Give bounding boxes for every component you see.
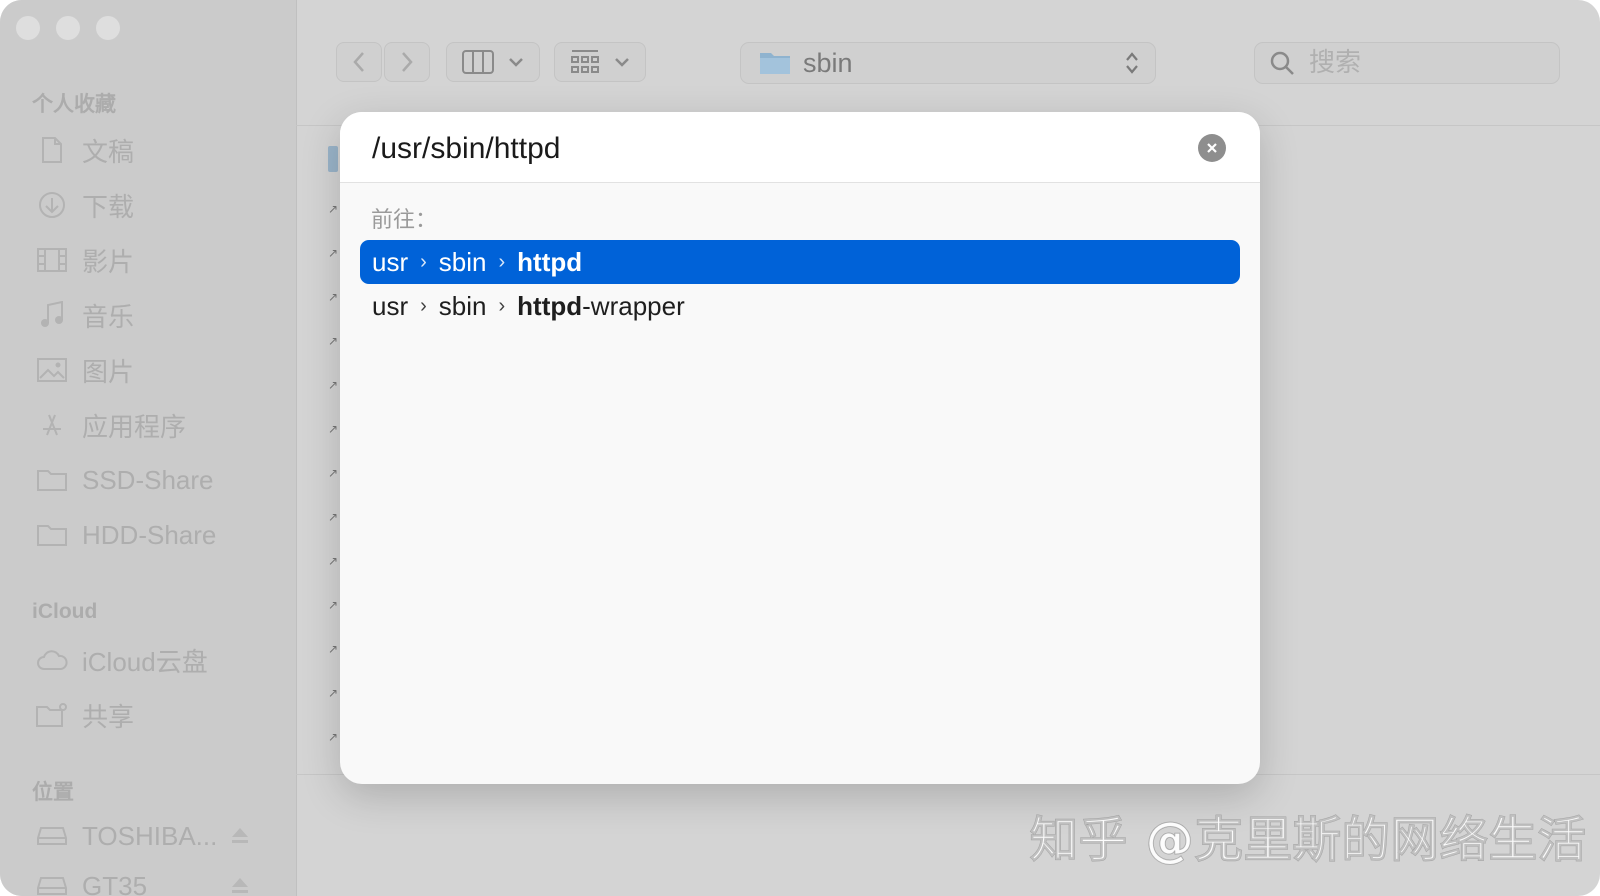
alias-arrow-icon: ↗ <box>328 554 339 568</box>
icloud-section-title: iCloud <box>32 600 98 623</box>
path-suffix: -wrapper <box>582 290 685 321</box>
sidebar: 个人收藏 文稿 下载 影片 音乐 图片 应用程序 SSD-Share HDD-S… <box>0 0 297 896</box>
path-match: httpd <box>517 290 583 321</box>
eject-icon[interactable] <box>230 876 250 896</box>
alias-arrow-icon: ↗ <box>328 598 339 612</box>
search-icon <box>1270 51 1294 75</box>
drive-icon <box>36 870 68 896</box>
path-input-row <box>340 112 1260 183</box>
up-down-chevron-icon <box>1126 52 1138 74</box>
forward-button[interactable] <box>384 42 430 82</box>
folder-path-popup[interactable]: sbin <box>740 42 1156 84</box>
alias-arrow-icon: ↗ <box>328 730 339 744</box>
folder-icon <box>328 146 338 172</box>
chevron-down-icon <box>615 58 629 67</box>
go-to-folder-dialog: 前往： usr › sbin › httpd usr › sbin › http… <box>340 112 1260 784</box>
alias-arrow-icon: ↗ <box>328 686 339 700</box>
sidebar-item-movies[interactable]: 影片 <box>36 240 134 280</box>
sidebar-item-documents[interactable]: 文稿 <box>36 130 134 170</box>
folder-icon <box>36 519 68 551</box>
grid-icon <box>571 50 599 73</box>
chevron-right-icon: › <box>498 294 506 317</box>
alias-arrow-icon: ↗ <box>328 422 339 436</box>
photo-icon <box>36 354 68 386</box>
current-folder-name: sbin <box>803 47 853 78</box>
sidebar-item-hdd-share[interactable]: HDD-Share <box>36 515 216 555</box>
chevron-right-icon: › <box>498 250 506 273</box>
watermark: 知乎 @克里斯的网络生活 <box>1030 812 1587 869</box>
alias-arrow-icon: ↗ <box>328 334 339 348</box>
applications-icon <box>36 409 68 441</box>
sidebar-item-shared[interactable]: 共享 <box>36 695 134 735</box>
locations-section-title: 位置 <box>32 781 74 804</box>
alias-arrow-icon: ↗ <box>328 378 339 392</box>
finder-window: 个人收藏 文稿 下载 影片 音乐 图片 应用程序 SSD-Share HDD-S… <box>0 0 1600 896</box>
path-segment: usr <box>372 290 409 321</box>
alias-arrow-icon: ↗ <box>328 202 339 216</box>
chevron-right-icon: › <box>420 250 427 273</box>
sidebar-item-downloads[interactable]: 下载 <box>36 185 134 225</box>
close-window-button[interactable] <box>16 16 40 40</box>
film-icon <box>36 244 68 276</box>
sidebar-item-label: GT35 <box>82 870 148 896</box>
columns-view-icon <box>462 50 494 74</box>
sidebar-item-label: 下载 <box>82 191 135 222</box>
alias-arrow-icon: ↗ <box>328 466 339 480</box>
path-input[interactable] <box>370 126 1174 172</box>
alias-arrow-icon: ↗ <box>328 246 339 260</box>
sidebar-item-label: 共享 <box>82 701 135 732</box>
document-icon <box>36 134 68 166</box>
sidebar-item-icloud-drive[interactable]: iCloud云盘 <box>36 640 208 680</box>
alias-arrow-icon: ↗ <box>328 642 339 656</box>
path-segment: usr <box>372 246 409 277</box>
clear-input-button[interactable] <box>1198 134 1226 162</box>
sidebar-item-applications[interactable]: 应用程序 <box>36 405 186 445</box>
view-mode-button[interactable] <box>446 42 540 82</box>
close-icon <box>1207 143 1217 153</box>
sidebar-item-music[interactable]: 音乐 <box>36 295 134 335</box>
goto-section-label: 前往： <box>371 207 438 232</box>
path-suggestion-httpd[interactable]: usr › sbin › httpd <box>360 240 1240 284</box>
path-suggestion-httpd-wrapper[interactable]: usr › sbin › httpd -wrapper <box>360 284 1240 328</box>
path-segment: sbin <box>438 290 487 321</box>
chevron-right-icon <box>402 52 413 72</box>
drive-icon <box>36 820 68 852</box>
sidebar-item-label: 音乐 <box>82 301 135 332</box>
alias-arrow-icon: ↗ <box>328 290 339 304</box>
sidebar-item-label: SSD-Share <box>82 464 214 495</box>
sidebar-item-label: TOSHIBA... <box>82 820 218 851</box>
search-field[interactable] <box>1254 42 1560 84</box>
alias-arrow-icon: ↗ <box>328 510 339 524</box>
folder-icon <box>36 464 68 496</box>
download-icon <box>36 189 68 221</box>
shared-folder-icon <box>36 699 68 731</box>
sidebar-item-pictures[interactable]: 图片 <box>36 350 134 390</box>
sidebar-item-label: 图片 <box>82 356 135 387</box>
music-icon <box>36 299 68 331</box>
back-button[interactable] <box>336 42 382 82</box>
zoom-window-button[interactable] <box>96 16 120 40</box>
sidebar-item-gt35[interactable]: GT35 <box>36 866 147 896</box>
folder-icon <box>760 53 790 74</box>
sidebar-item-label: 影片 <box>82 246 135 277</box>
minimize-window-button[interactable] <box>56 16 80 40</box>
favorites-section-title: 个人收藏 <box>32 93 116 116</box>
eject-icon[interactable] <box>230 826 250 846</box>
chevron-right-icon: › <box>420 294 427 317</box>
chevron-left-icon <box>353 52 364 72</box>
search-input[interactable] <box>1307 47 1541 79</box>
chevron-down-icon <box>509 58 523 67</box>
cloud-icon <box>36 644 68 676</box>
sidebar-item-label: HDD-Share <box>82 519 217 550</box>
group-by-button[interactable] <box>554 42 646 82</box>
path-match: httpd <box>517 246 583 277</box>
sidebar-item-label: iCloud云盘 <box>82 646 208 677</box>
sidebar-item-label: 应用程序 <box>82 411 187 442</box>
sidebar-item-label: 文稿 <box>82 136 135 167</box>
sidebar-item-toshiba[interactable]: TOSHIBA... <box>36 816 217 856</box>
path-segment: sbin <box>438 246 487 277</box>
sidebar-item-ssd-share[interactable]: SSD-Share <box>36 460 214 500</box>
